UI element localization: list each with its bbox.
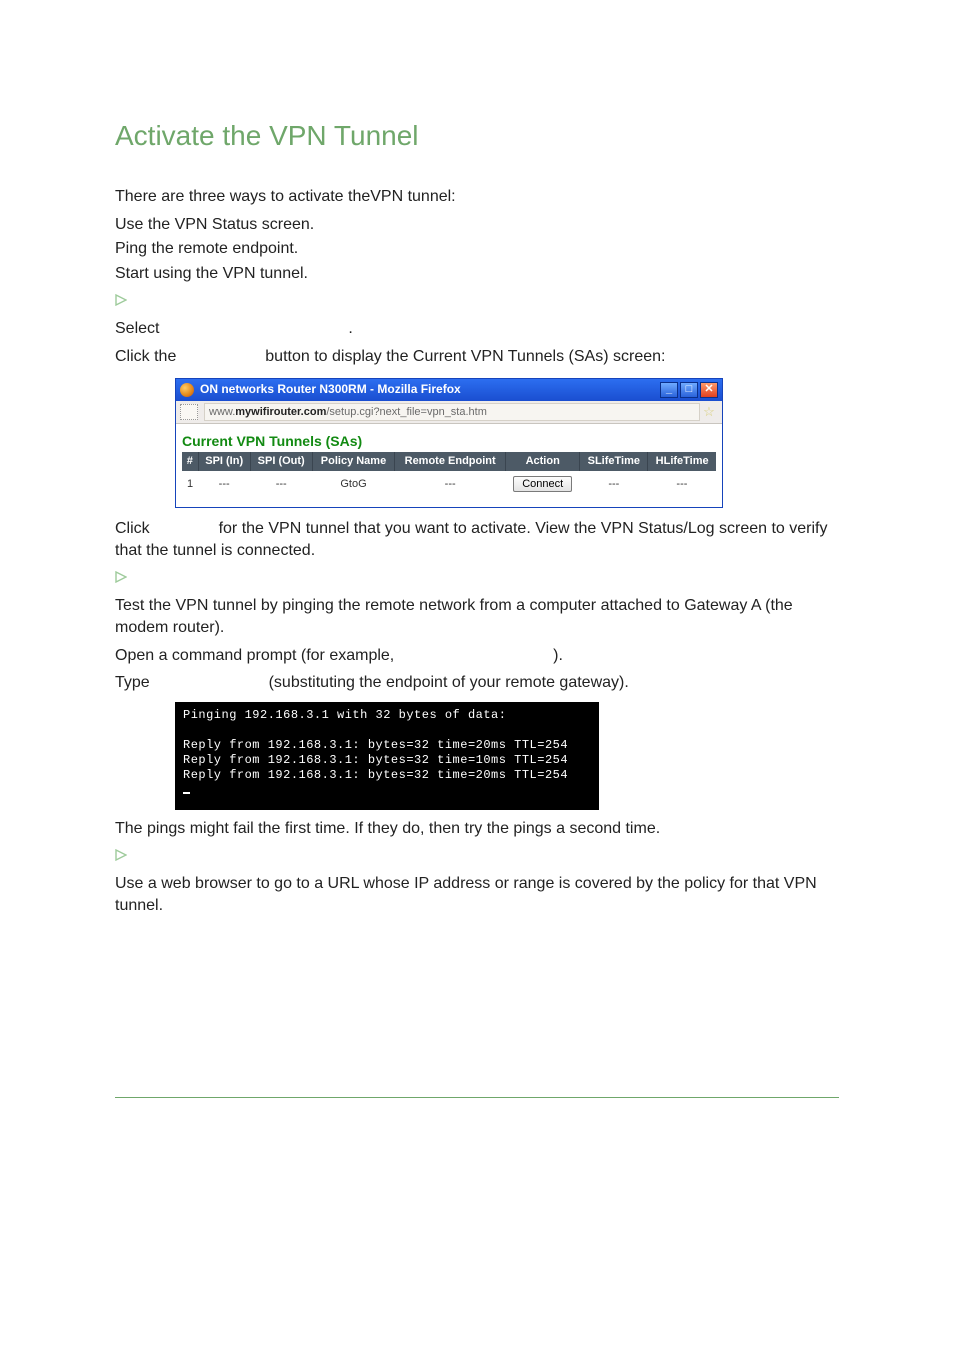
intro-text: There are three ways to activate theVPN … — [115, 186, 839, 208]
window-close-button[interactable]: ✕ — [700, 382, 718, 398]
term-line: Pinging 192.168.3.1 with 32 bytes of dat… — [183, 708, 506, 722]
after-terminal-text: The pings might fail the first time. If … — [115, 818, 839, 840]
text-fragment: Select — [115, 320, 159, 337]
url-prefix: www. — [209, 406, 235, 418]
cell-num: 1 — [182, 471, 198, 497]
cell-action: Connect — [506, 471, 580, 497]
text-fragment: Click — [115, 520, 150, 537]
text-fragment: . — [348, 320, 352, 337]
col-header: # — [182, 452, 198, 471]
url-field[interactable]: www.mywifirouter.com/setup.cgi?next_file… — [204, 403, 700, 421]
cell-slife: --- — [580, 471, 648, 497]
way-item-3: Start using the VPN tunnel. — [115, 263, 839, 285]
page-title: Activate the VPN Tunnel — [115, 120, 839, 152]
text-fragment: ). — [553, 647, 563, 664]
text-fragment: (substituting the endpoint of your remot… — [269, 674, 629, 691]
col-header: Action — [506, 452, 580, 471]
terminal-cursor — [183, 792, 190, 794]
text-fragment: for the VPN tunnel that you want to acti… — [115, 520, 828, 559]
url-suffix: /setup.cgi?next_file=vpn_sta.htm — [326, 406, 487, 418]
tab-icon — [180, 404, 198, 420]
section-b-p3: Type (substituting the endpoint of your … — [115, 672, 839, 694]
text-fragment: Click the — [115, 348, 176, 365]
section-a-step2: Click the button to display the Current … — [115, 346, 839, 368]
procedure-arrow-icon — [115, 849, 127, 861]
term-line: Reply from 192.168.3.1: bytes=32 time=10… — [183, 753, 568, 767]
table-row: 1 --- --- GtoG --- Connect --- --- — [182, 471, 716, 497]
section-b-p2: Open a command prompt (for example, ). — [115, 645, 839, 667]
col-header: SPI (In) — [198, 452, 250, 471]
bookmark-star-icon[interactable]: ☆ — [700, 403, 718, 421]
cell-policy: GtoG — [312, 471, 394, 497]
window-minimize-button[interactable]: _ — [660, 382, 678, 398]
panel-title: Current VPN Tunnels (SAs) — [182, 432, 716, 451]
col-header: SLifeTime — [580, 452, 648, 471]
firefox-icon — [180, 383, 194, 397]
way-item-1: Use the VPN Status screen. — [115, 214, 839, 236]
url-host: mywifirouter.com — [235, 406, 326, 418]
window-titlebar: ON networks Router N300RM - Mozilla Fire… — [176, 379, 722, 401]
terminal-output: Pinging 192.168.3.1 with 32 bytes of dat… — [175, 702, 599, 810]
procedure-arrow-icon — [115, 571, 127, 583]
text-fragment: button to display the Current VPN Tunnel… — [265, 348, 665, 365]
col-header: Remote Endpoint — [395, 452, 506, 471]
col-header: HLifeTime — [648, 452, 716, 471]
connect-button[interactable]: Connect — [513, 476, 572, 492]
screenshot-firefox-window: ON networks Router N300RM - Mozilla Fire… — [175, 378, 723, 509]
cell-remote: --- — [395, 471, 506, 497]
window-maximize-button[interactable]: □ — [680, 382, 698, 398]
section-a-step1: Select . — [115, 318, 839, 340]
section-c-p1: Use a web browser to go to a URL whose I… — [115, 873, 839, 916]
col-header: SPI (Out) — [250, 452, 312, 471]
way-item-2: Ping the remote endpoint. — [115, 238, 839, 260]
cell-hlife: --- — [648, 471, 716, 497]
address-bar: www.mywifirouter.com/setup.cgi?next_file… — [176, 401, 722, 424]
procedure-arrow-icon — [115, 294, 127, 306]
term-line: Reply from 192.168.3.1: bytes=32 time=20… — [183, 768, 568, 782]
cell-spi-out: --- — [250, 471, 312, 497]
footer-divider — [115, 1097, 839, 1098]
section-b-p1: Test the VPN tunnel by pinging the remot… — [115, 595, 839, 638]
text-fragment: Open a command prompt (for example, — [115, 647, 394, 664]
text-fragment: Type — [115, 674, 150, 691]
col-header: Policy Name — [312, 452, 394, 471]
cell-spi-in: --- — [198, 471, 250, 497]
term-line: Reply from 192.168.3.1: bytes=32 time=20… — [183, 738, 568, 752]
window-title: ON networks Router N300RM - Mozilla Fire… — [200, 381, 660, 397]
click-connect-text: Click for the VPN tunnel that you want t… — [115, 518, 839, 561]
vpn-tunnels-table: # SPI (In) SPI (Out) Policy Name Remote … — [182, 452, 716, 497]
